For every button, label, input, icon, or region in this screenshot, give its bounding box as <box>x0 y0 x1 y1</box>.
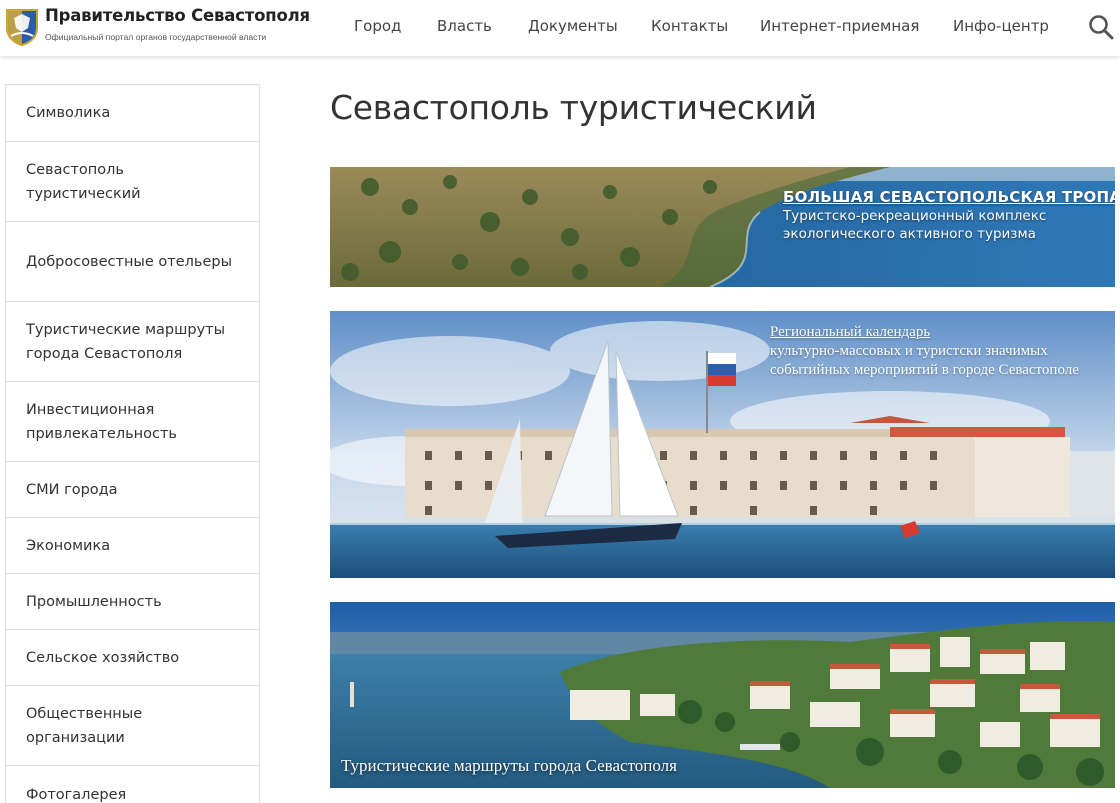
sidebar-item-public-organizations[interactable]: Общественные организации <box>6 686 259 766</box>
sidebar-item-hoteliers[interactable]: Добросовестные отельеры <box>6 222 259 302</box>
sidebar-item-economy[interactable]: Экономика <box>6 518 259 574</box>
search-icon[interactable] <box>1088 14 1114 40</box>
nav-city[interactable]: Город <box>354 17 401 35</box>
event-calendar-text: Региональный календарь культурно-массовы… <box>770 323 1100 380</box>
sidebar-item-tourist-sevastopol[interactable]: Севастополь туристический <box>6 142 259 222</box>
event-calendar-description: культурно-массовых и туристски значимых … <box>770 343 1079 378</box>
page-title: Севастополь туристический <box>330 88 817 127</box>
sidebar-menu: Символика Севастополь туристический Добр… <box>5 84 260 803</box>
sidebar-item-symbols[interactable]: Символика <box>6 85 259 142</box>
tourist-routes-banner[interactable]: Туристические маршруты города Севастопол… <box>330 602 1115 788</box>
nav-info-center[interactable]: Инфо-центр <box>953 17 1049 35</box>
sidebar-item-tourist-routes[interactable]: Туристические маршруты города Севастопол… <box>6 302 259 382</box>
great-trail-banner[interactable]: БОЛЬШАЯ СЕВАСТОПОЛЬСКАЯ ТРОПА Туристско-… <box>330 167 1115 287</box>
site-title[interactable]: Правительство Севастополя <box>45 6 310 25</box>
tourist-routes-caption[interactable]: Туристические маршруты города Севастопол… <box>341 756 677 776</box>
site-subtitle: Официальный портал органов государственн… <box>45 32 267 42</box>
sidebar-item-industry[interactable]: Промышленность <box>6 574 259 630</box>
sidebar-item-agriculture[interactable]: Сельское хозяйство <box>6 630 259 686</box>
sidebar-item-investment[interactable]: Инвестиционная привлекательность <box>6 382 259 462</box>
sidebar-item-media[interactable]: СМИ города <box>6 462 259 518</box>
nav-documents[interactable]: Документы <box>528 17 618 35</box>
site-header: Правительство Севастополя Официальный по… <box>0 0 1120 56</box>
nav-internet-reception[interactable]: Интернет-приемная <box>760 17 919 35</box>
sidebar-item-photo-gallery[interactable]: Фотогалерея <box>6 766 259 803</box>
coat-of-arms-icon[interactable] <box>5 6 39 46</box>
nav-authority[interactable]: Власть <box>437 17 492 35</box>
great-trail-subtitle: Туристско-рекреационный комплекс экологи… <box>783 208 1047 242</box>
great-trail-title[interactable]: БОЛЬШАЯ СЕВАСТОПОЛЬСКАЯ ТРОПА <box>783 188 1115 206</box>
event-calendar-banner[interactable]: Региональный календарь культурно-массовы… <box>330 311 1115 578</box>
nav-contacts[interactable]: Контакты <box>651 17 728 35</box>
event-calendar-link[interactable]: Региональный календарь <box>770 323 1100 342</box>
